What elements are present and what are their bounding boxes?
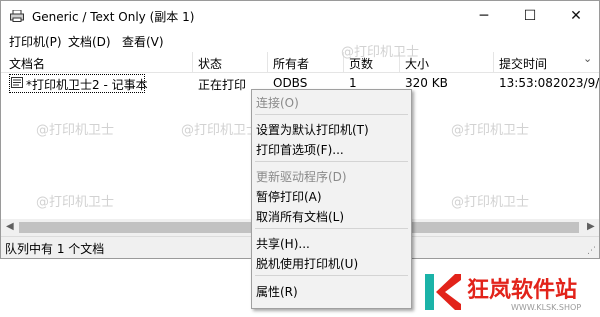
table-header: 文档名 状态 所有者 页数 大小 提交时间 ⌄ xyxy=(1,52,599,73)
column-divider[interactable] xyxy=(192,52,193,72)
menu-item-label: 取消所有文档(L) xyxy=(256,210,345,224)
column-header-status[interactable]: 状态 xyxy=(198,55,222,72)
chevron-down-icon: ⌄ xyxy=(583,52,593,65)
context-menu: 连接(O) 设置为默认打印机(T) 打印首选项(F)... 更新驱动程序(D) … xyxy=(251,89,412,309)
brand-mark-icon xyxy=(425,274,461,310)
menu-item-pause-printing[interactable]: 暂停打印(A) xyxy=(252,185,411,205)
menu-item-label: 暂停打印(A) xyxy=(256,190,322,204)
menu-item-set-default[interactable]: 设置为默认打印机(T) xyxy=(252,118,411,138)
menu-item-label: 共享(H)... xyxy=(256,237,310,251)
scroll-left-icon[interactable]: ◀ xyxy=(6,221,14,232)
menu-item-use-printer-offline[interactable]: 脱机使用打印机(U) xyxy=(252,252,411,272)
menu-separator xyxy=(255,275,408,276)
menu-item-label: 属性(R) xyxy=(256,285,298,299)
watermark: @打印机卫士 xyxy=(36,195,115,210)
menu-item-cancel-all-documents[interactable]: 取消所有文档(L) xyxy=(252,205,411,225)
brand-url: WWW.KLSK.SHOP xyxy=(511,303,582,312)
menu-item-connect: 连接(O) xyxy=(252,91,411,111)
pages-cell: 1 xyxy=(349,76,357,90)
printer-icon xyxy=(10,10,24,22)
owner-cell: ODBS xyxy=(273,76,308,90)
column-header-document[interactable]: 文档名 xyxy=(9,55,45,72)
watermark: @打印机卫士 xyxy=(181,123,260,138)
watermark: @打印机卫士 xyxy=(451,123,530,138)
menu-item-sharing[interactable]: 共享(H)... xyxy=(252,232,411,252)
menu-view[interactable]: 查看(V) xyxy=(122,33,164,50)
menu-item-properties[interactable]: 属性(R) xyxy=(252,280,411,300)
menu-item-label: 设置为默认打印机(T) xyxy=(256,123,369,137)
column-header-owner[interactable]: 所有者 xyxy=(273,55,309,72)
menu-printer[interactable]: 打印机(P) xyxy=(9,33,62,50)
menu-item-update-driver: 更新驱动程序(D) xyxy=(252,165,411,185)
minimize-button[interactable]: ─ xyxy=(461,1,507,31)
brand-logo: 狂岚软件站 WWW.KLSK.SHOP xyxy=(421,270,600,317)
column-divider[interactable] xyxy=(493,52,494,72)
maximize-icon: ☐ xyxy=(523,8,537,24)
close-icon: ✕ xyxy=(570,8,582,24)
maximize-button[interactable]: ☐ xyxy=(507,1,553,31)
watermark: @打印机卫士 xyxy=(451,195,530,210)
menu-item-label: 打印首选项(F)... xyxy=(256,143,344,157)
minimize-icon: ─ xyxy=(479,8,489,24)
watermark: @打印机卫士 xyxy=(341,45,420,60)
menu-item-label: 连接(O) xyxy=(256,96,299,110)
size-cell: 320 KB xyxy=(405,76,448,90)
menu-separator xyxy=(255,161,408,162)
time-cell: 13:53:08 xyxy=(499,76,553,90)
close-button[interactable]: ✕ xyxy=(553,1,599,31)
menu-separator xyxy=(255,228,408,229)
scroll-right-icon[interactable]: ▶ xyxy=(587,221,595,232)
menu-document[interactable]: 文档(D) xyxy=(68,33,111,50)
menu-item-printing-preferences[interactable]: 打印首选项(F)... xyxy=(252,138,411,158)
watermark: @打印机卫士 xyxy=(36,123,115,138)
title-bar[interactable]: Generic / Text Only (副本 1) ─ ☐ ✕ xyxy=(1,1,599,31)
menu-separator xyxy=(255,114,408,115)
column-header-submitted[interactable]: 提交时间 xyxy=(499,55,547,72)
menu-item-label: 脱机使用打印机(U) xyxy=(256,257,359,271)
column-divider[interactable] xyxy=(267,52,268,72)
document-name-cell: *打印机卫士2 - 记事本 xyxy=(26,78,148,92)
window-title: Generic / Text Only (副本 1) xyxy=(32,10,195,24)
queue-status-text: 队列中有 1 个文档 xyxy=(5,242,105,256)
menu-item-label: 更新驱动程序(D) xyxy=(256,170,347,184)
date-cell: 2023/9/ xyxy=(553,76,600,90)
brand-name: 狂岚软件站 xyxy=(467,278,578,303)
menu-bar: 打印机(P) 文档(D) 查看(V) xyxy=(1,31,599,51)
status-cell: 正在打印 xyxy=(198,78,247,92)
resize-grip-icon[interactable]: ⋰ xyxy=(587,246,596,256)
